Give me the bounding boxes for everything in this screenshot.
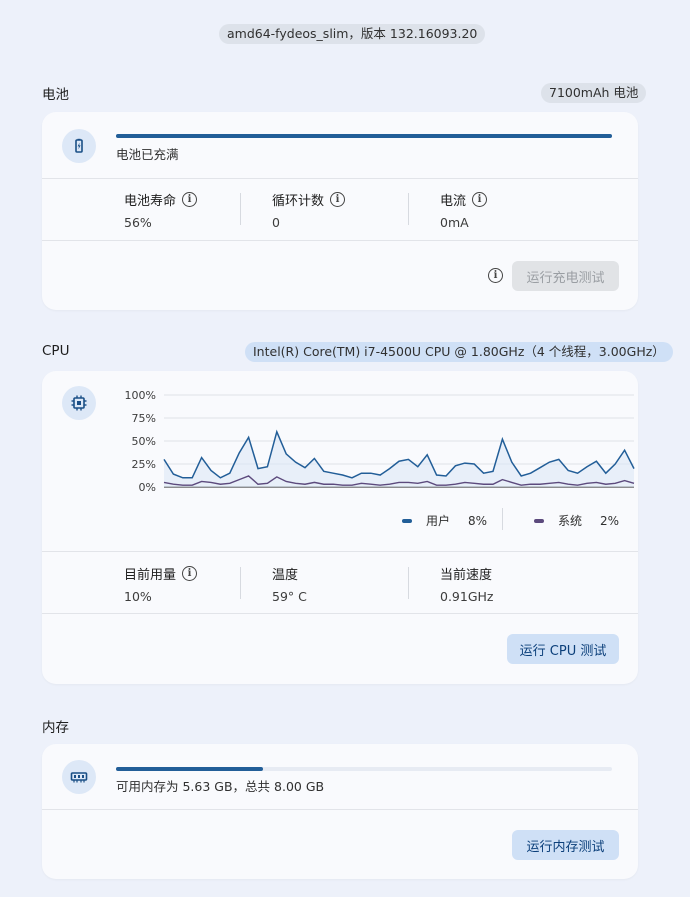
memory-divider: [42, 809, 638, 810]
cpu-usage-stat: 目前用量 i 10%: [124, 564, 198, 604]
battery-capacity-badge: 7100mAh 电池: [541, 83, 647, 103]
battery-status-text: 电池已充满: [116, 147, 179, 162]
cycle-count-value: 0: [272, 215, 280, 230]
battery-progress-fill: [116, 134, 612, 138]
cpu-icon-container: [62, 386, 96, 420]
legend-separator: [502, 508, 503, 530]
info-icon[interactable]: i: [472, 192, 488, 207]
cpu-chip-icon: [71, 395, 87, 411]
cpu-divider-1: [42, 551, 638, 552]
version-badge: amd64-fydeos_slim，版本 132.16093.20: [219, 24, 486, 44]
stat-separator: [240, 567, 241, 599]
battery-card: 电池已充满 电池寿命 i 56% 循环计数 i 0 电流 i 0mA i 运行充电测试: [42, 112, 638, 310]
battery-health-value: 56%: [124, 215, 152, 230]
memory-progress-bar: [116, 767, 612, 771]
memory-status-text: 可用内存为 5.63 GB，总共 8.00 GB: [116, 779, 325, 794]
run-memory-test-button[interactable]: 运行内存测试: [512, 830, 619, 860]
cpu-temperature-value: 59° C: [272, 589, 307, 604]
memory-icon-container: [62, 760, 96, 794]
cpu-speed-stat: 当前速度 0.91GHz: [440, 564, 493, 604]
cpu-section-title: CPU: [42, 343, 70, 359]
legend-user-label: 用户: [426, 514, 451, 528]
current-stat: 电流 i 0mA: [440, 190, 488, 230]
info-icon[interactable]: i: [330, 192, 346, 207]
battery-progress-bar: [116, 134, 612, 138]
chart-y-tick-label: 25%: [132, 458, 156, 471]
chart-y-tick-label: 100%: [125, 389, 156, 402]
cpu-speed-value: 0.91GHz: [440, 589, 494, 604]
legend-system-value: 2%: [600, 513, 620, 528]
info-icon[interactable]: i: [488, 268, 503, 283]
cpu-usage-value: 10%: [124, 589, 152, 604]
cycle-count-label: 循环计数: [272, 194, 325, 209]
chart-y-tick-label: 0%: [139, 481, 156, 494]
cpu-card: 100% 75% 50% 25% 0% 用户 8% 系统 2% 目前用量 i 10% 温度…: [42, 371, 638, 684]
stat-separator: [408, 193, 409, 225]
battery-section-title: 电池: [42, 87, 69, 103]
legend-system-swatch: [534, 518, 544, 523]
legend-user: 用户 8%: [402, 512, 487, 529]
current-value: 0mA: [440, 215, 469, 230]
cpu-speed-label: 当前速度: [440, 568, 493, 583]
run-cpu-test-button[interactable]: 运行 CPU 测试: [507, 634, 619, 664]
battery-health-label: 电池寿命: [124, 194, 177, 209]
cpu-usage-label: 目前用量: [124, 568, 177, 583]
legend-user-swatch: [402, 518, 412, 523]
info-icon[interactable]: i: [182, 566, 198, 581]
cpu-model-badge: Intel(R) Core(TM) i7-4500U CPU @ 1.80GHz…: [245, 342, 673, 362]
memory-section-title: 内存: [42, 720, 69, 736]
legend-system: 系统 2%: [534, 512, 619, 529]
battery-divider-2: [42, 240, 638, 241]
chart-area-user: [164, 431, 634, 487]
battery-health-stat: 电池寿命 i 56%: [124, 190, 198, 230]
current-label: 电流: [440, 194, 467, 209]
battery-icon-container: [62, 129, 96, 163]
cpu-usage-chart: 100% 75% 50% 25% 0%: [125, 389, 635, 494]
memory-module-icon: [70, 772, 88, 783]
cpu-temperature-label: 温度: [272, 568, 299, 583]
cycle-count-stat: 循环计数 i 0: [272, 190, 346, 230]
cpu-divider-2: [42, 613, 638, 614]
memory-card: 可用内存为 5.63 GB，总共 8.00 GB 运行内存测试: [42, 744, 638, 879]
info-icon[interactable]: i: [182, 192, 198, 207]
run-charge-test-button[interactable]: 运行充电测试: [512, 261, 619, 291]
legend-user-value: 8%: [468, 513, 488, 528]
chart-y-tick-label: 75%: [132, 412, 156, 425]
stat-separator: [408, 567, 409, 599]
cpu-temperature-stat: 温度 59° C: [272, 564, 307, 604]
legend-system-label: 系统: [558, 514, 583, 528]
stat-separator: [240, 193, 241, 225]
battery-charging-icon: [75, 138, 83, 153]
battery-divider-1: [42, 178, 638, 179]
memory-progress-fill: [116, 767, 263, 771]
chart-y-tick-label: 50%: [132, 435, 156, 448]
